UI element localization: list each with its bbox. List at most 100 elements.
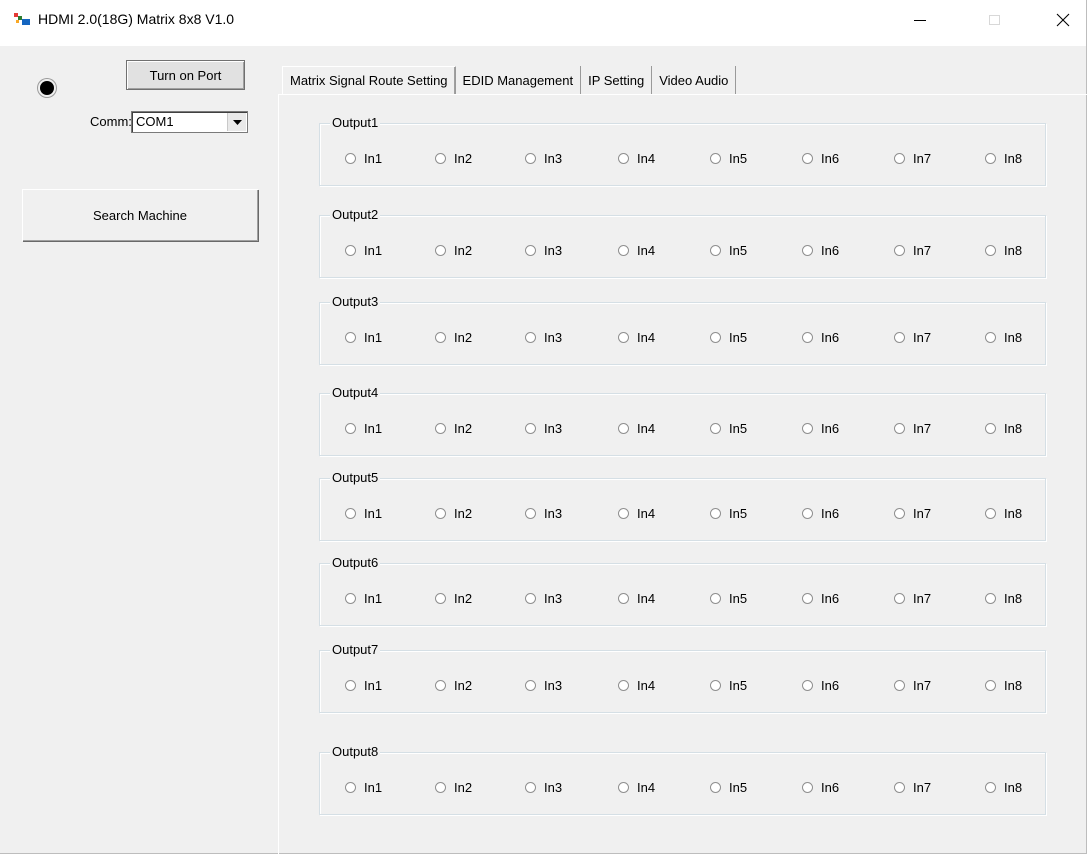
comm-port-value: COM1	[136, 114, 174, 129]
input-radio[interactable]: In1	[345, 591, 382, 606]
input-radio[interactable]: In8	[985, 678, 1022, 693]
input-radio[interactable]: In7	[894, 421, 931, 436]
radio-circle-icon	[618, 508, 629, 519]
input-radio[interactable]: In5	[710, 678, 747, 693]
input-radio[interactable]: In7	[894, 506, 931, 521]
input-radio[interactable]: In3	[525, 330, 562, 345]
input-radio[interactable]: In2	[435, 421, 472, 436]
input-radio[interactable]: In5	[710, 330, 747, 345]
radio-circle-icon	[802, 508, 813, 519]
input-radio-label: In8	[1004, 330, 1023, 345]
input-radio[interactable]: In7	[894, 243, 931, 258]
input-radio[interactable]: In8	[985, 330, 1022, 345]
input-radio[interactable]: In1	[345, 421, 382, 436]
tab-video-audio[interactable]: Video Audio	[652, 66, 737, 94]
radio-circle-icon	[345, 593, 356, 604]
turn-on-port-button[interactable]: Turn on Port	[126, 60, 245, 90]
input-radio[interactable]: In8	[985, 243, 1022, 258]
input-radio[interactable]: In1	[345, 330, 382, 345]
input-radio[interactable]: In6	[802, 678, 839, 693]
input-radio[interactable]: In7	[894, 678, 931, 693]
input-radio[interactable]: In5	[710, 243, 747, 258]
input-radio[interactable]: In4	[618, 780, 655, 795]
input-radio[interactable]: In8	[985, 591, 1022, 606]
input-radio[interactable]: In2	[435, 506, 472, 521]
radio-circle-icon	[802, 593, 813, 604]
input-radio-label: In8	[1004, 780, 1023, 795]
app-window: HDMI 2.0(18G) Matrix 8x8 V1.0 Turn on Po…	[0, 0, 1087, 855]
input-radio[interactable]: In8	[985, 151, 1022, 166]
tab-matrix-signal-route[interactable]: Matrix Signal Route Setting	[282, 66, 456, 94]
input-radio[interactable]: In5	[710, 506, 747, 521]
input-radio[interactable]: In2	[435, 151, 472, 166]
input-radio-label: In1	[364, 591, 383, 606]
input-radio[interactable]: In8	[985, 421, 1022, 436]
input-radio[interactable]: In4	[618, 330, 655, 345]
input-radio[interactable]: In3	[525, 243, 562, 258]
input-radio-label: In1	[364, 506, 383, 521]
input-radio[interactable]: In4	[618, 591, 655, 606]
input-radio[interactable]: In7	[894, 330, 931, 345]
radio-circle-icon	[710, 508, 721, 519]
input-radio[interactable]: In3	[525, 591, 562, 606]
input-radio[interactable]: In7	[894, 591, 931, 606]
input-radio-label: In2	[454, 591, 473, 606]
input-radio-label: In4	[637, 678, 656, 693]
input-radio[interactable]: In2	[435, 243, 472, 258]
input-radio-label: In4	[637, 243, 656, 258]
combo-dropdown-button[interactable]	[227, 113, 246, 131]
input-radio[interactable]: In5	[710, 591, 747, 606]
input-radio-label: In4	[637, 421, 656, 436]
input-radio[interactable]: In1	[345, 151, 382, 166]
input-radio[interactable]: In4	[618, 421, 655, 436]
maximize-button[interactable]	[971, 0, 1017, 40]
input-radio[interactable]: In2	[435, 678, 472, 693]
radio-circle-icon	[710, 153, 721, 164]
input-radio[interactable]: In1	[345, 243, 382, 258]
input-radio[interactable]: In4	[618, 506, 655, 521]
input-radio[interactable]: In2	[435, 780, 472, 795]
input-radio[interactable]: In5	[710, 780, 747, 795]
search-machine-button[interactable]: Search Machine	[22, 189, 258, 241]
input-radio[interactable]: In4	[618, 243, 655, 258]
input-radio[interactable]: In2	[435, 591, 472, 606]
tab-strip: Matrix Signal Route Setting EDID Managem…	[282, 66, 737, 94]
input-radio[interactable]: In3	[525, 780, 562, 795]
input-radio[interactable]: In2	[435, 330, 472, 345]
tab-ip-setting[interactable]: IP Setting	[581, 66, 653, 94]
input-radio[interactable]: In3	[525, 151, 562, 166]
input-radio[interactable]: In4	[618, 151, 655, 166]
input-radio-label: In2	[454, 421, 473, 436]
input-radio[interactable]: In6	[802, 591, 839, 606]
input-radio[interactable]: In6	[802, 330, 839, 345]
input-radio-label: In3	[544, 243, 563, 258]
input-radio[interactable]: In8	[985, 506, 1022, 521]
input-radio[interactable]: In1	[345, 780, 382, 795]
input-radio[interactable]: In6	[802, 243, 839, 258]
input-radio[interactable]: In7	[894, 780, 931, 795]
radio-circle-icon	[802, 245, 813, 256]
input-radio[interactable]: In8	[985, 780, 1022, 795]
input-radio[interactable]: In6	[802, 506, 839, 521]
input-radio[interactable]: In6	[802, 780, 839, 795]
input-radio[interactable]: In3	[525, 421, 562, 436]
minimize-button[interactable]	[897, 0, 943, 40]
comm-port-select[interactable]: COM1	[131, 111, 248, 133]
input-radio[interactable]: In5	[710, 421, 747, 436]
input-radio[interactable]: In1	[345, 506, 382, 521]
input-radio[interactable]: In6	[802, 151, 839, 166]
input-radio[interactable]: In5	[710, 151, 747, 166]
input-radio[interactable]: In3	[525, 678, 562, 693]
radio-circle-icon	[985, 332, 996, 343]
input-radio[interactable]: In3	[525, 506, 562, 521]
radio-circle-icon	[345, 423, 356, 434]
input-radio[interactable]: In4	[618, 678, 655, 693]
radio-circle-icon	[802, 423, 813, 434]
input-radio[interactable]: In1	[345, 678, 382, 693]
input-radio[interactable]: In7	[894, 151, 931, 166]
close-button[interactable]	[1040, 0, 1086, 40]
input-radio-label: In4	[637, 151, 656, 166]
tab-edid-management[interactable]: EDID Management	[456, 66, 582, 94]
input-radio[interactable]: In6	[802, 421, 839, 436]
radio-circle-icon	[985, 153, 996, 164]
